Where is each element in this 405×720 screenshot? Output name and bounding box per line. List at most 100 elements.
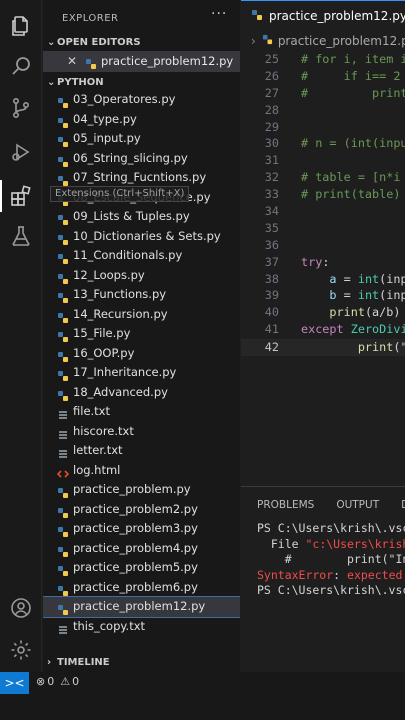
file-tree-item[interactable]: practice_problem4.py	[43, 539, 240, 559]
file-tree-item[interactable]: 18_Advanced.py	[43, 383, 240, 403]
line-number: 38	[264, 271, 279, 286]
line-source: # for i, item i	[301, 52, 405, 66]
file-tree-item[interactable]: hiscore.txt	[43, 422, 240, 442]
panel-tab-debu[interactable]: DEBU	[401, 499, 405, 511]
more-actions-icon[interactable]: ···	[211, 6, 227, 22]
open-editor-item[interactable]: ✕ practice_problem12.py	[43, 51, 240, 72]
code-line[interactable]: 41 except ZeroDivi	[241, 322, 405, 339]
file-tree-item[interactable]: 07_String_Fucntions.py	[43, 168, 240, 188]
code-line[interactable]: 37 try:	[241, 255, 405, 272]
line-number: 26	[264, 68, 279, 83]
file-tree-item[interactable]: 16_OOP.py	[43, 344, 240, 364]
search-icon[interactable]	[0, 46, 42, 86]
file-tree-item[interactable]: practice_problem3.py	[43, 519, 240, 539]
source-control-icon[interactable]	[0, 88, 42, 128]
file-tree-item-label: 14_Recursion.py	[73, 306, 168, 321]
code-token: try	[301, 254, 323, 269]
terminal-line: # print("In	[257, 552, 405, 566]
file-tree-item[interactable]: practice_problem.py	[43, 480, 240, 500]
extensions-icon[interactable]	[0, 176, 42, 216]
file-tree-item[interactable]: 09_Lists & Tuples.py	[43, 207, 240, 227]
code-token: b	[329, 288, 337, 303]
code-editor[interactable]: 25 # for i, item i 26 # if i== 2 27 # print 2…	[241, 52, 405, 357]
code-line[interactable]: 29	[241, 120, 405, 137]
code-line[interactable]: 30 # n = (int(inpu	[241, 136, 405, 153]
file-tree-item[interactable]: 10_Dictionaries & Sets.py	[43, 227, 240, 247]
run-debug-icon[interactable]	[0, 132, 42, 172]
breadcrumb[interactable]: › practice_problem12.py	[251, 32, 405, 50]
terminal-token: expected	[347, 567, 403, 582]
open-editors-section[interactable]: ⌄ OPEN EDITORS	[47, 37, 141, 48]
line-number: 41	[264, 322, 279, 337]
terminal-line: PS C:\Users\krish\.vsco	[257, 521, 405, 535]
chevron-down-icon: ⌄	[47, 77, 56, 88]
python-file-icon	[57, 153, 69, 167]
file-tree-item[interactable]: file.txt	[43, 402, 240, 422]
file-tree-item-label: practice_problem4.py	[73, 540, 198, 555]
code-token: # print(table)	[301, 187, 405, 202]
file-tree-item-label: 03_Operatores.py	[73, 92, 176, 106]
file-tree-item-label: 09_Lists & Tuples.py	[73, 209, 190, 223]
file-tree-item[interactable]: practice_problem6.py	[43, 578, 240, 598]
line-source: # table = [n*i	[301, 170, 405, 184]
code-line[interactable]: 38 a = int(inp	[241, 272, 405, 289]
code-token: =	[336, 288, 358, 303]
editor-tab[interactable]: practice_problem12.py	[241, 0, 405, 30]
settings-gear-icon[interactable]	[0, 630, 42, 670]
python-file-icon	[57, 348, 69, 362]
panel-tab-problems[interactable]: PROBLEMS	[257, 499, 314, 511]
code-line[interactable]: 31	[241, 153, 405, 170]
file-tree-item[interactable]: 17_Inheritance.py	[43, 363, 240, 383]
account-icon[interactable]	[0, 588, 42, 628]
tab-bar: practice_problem12.py	[241, 0, 405, 30]
file-tree-item[interactable]: 03_Operatores.py	[43, 90, 240, 110]
file-tree-item-label: practice_problem2.py	[73, 501, 198, 516]
terminal-output[interactable]: PS C:\Users\krish\.vsco File "c:\Users\k…	[257, 521, 405, 599]
file-tree-item[interactable]: log.html	[43, 461, 240, 481]
file-tree-item[interactable]: letter.txt	[43, 441, 240, 461]
close-icon[interactable]: ✕	[67, 54, 77, 68]
code-line[interactable]: 42 print("	[241, 339, 405, 357]
file-tree-item[interactable]: 05_input.py	[43, 129, 240, 149]
testing-flask-icon[interactable]	[0, 216, 42, 256]
python-folder-section[interactable]: ⌄ PYTHON	[47, 77, 104, 88]
code-line[interactable]: 40 print(a/b)	[241, 305, 405, 322]
code-line[interactable]: 25 # for i, item i	[241, 52, 405, 69]
code-line[interactable]: 35	[241, 221, 405, 238]
problems-status[interactable]: ⊗ 0 ⚠ 0	[36, 675, 81, 688]
file-tree-item[interactable]: 12_Loops.py	[43, 266, 240, 286]
code-line[interactable]: 27 # print	[241, 86, 405, 103]
file-tree-item[interactable]: 11_Conditionals.py	[43, 246, 240, 266]
remote-icon[interactable]: ><	[0, 672, 29, 694]
code-line[interactable]: 33 # print(table)	[241, 187, 405, 204]
breadcrumb-file: practice_problem12.py	[277, 34, 405, 48]
file-tree-item-label: this_copy.txt	[73, 618, 146, 633]
file-tree-item[interactable]: 06_String_slicing.py	[43, 149, 240, 169]
file-tree: 03_Operatores.py 04_type.py 05_input.py 06_…	[43, 90, 240, 636]
html-file-icon	[56, 465, 70, 478]
panel-tab-output[interactable]: OUTPUT	[336, 499, 379, 511]
python-file-icon	[57, 133, 69, 147]
file-tree-item[interactable]: practice_problem12.py	[43, 596, 240, 618]
timeline-section[interactable]: › TIMELINE	[47, 657, 110, 668]
file-tree-item[interactable]: 04_type.py	[43, 110, 240, 130]
code-line[interactable]: 32 # table = [n*i	[241, 170, 405, 187]
code-line[interactable]: 26 # if i== 2	[241, 69, 405, 86]
file-tree-item[interactable]: this_copy.txt	[43, 617, 240, 637]
line-number: 33	[264, 187, 279, 202]
code-line[interactable]: 34	[241, 204, 405, 221]
code-line[interactable]: 39 b = int(inp	[241, 288, 405, 305]
line-source: # n = (int(inpu	[301, 136, 405, 150]
explorer-icon[interactable]	[0, 6, 42, 46]
code-line[interactable]: 28	[241, 103, 405, 120]
python-file-icon	[57, 309, 69, 323]
file-tree-item[interactable]: practice_problem5.py	[43, 558, 240, 578]
file-tree-item[interactable]: 13_Functions.py	[43, 285, 240, 305]
file-tree-item[interactable]: 14_Recursion.py	[43, 305, 240, 325]
file-tree-item-label: 06_String_slicing.py	[73, 150, 188, 165]
terminal-token: "c:\Users\krish	[305, 536, 405, 551]
file-tree-item[interactable]: practice_problem2.py	[43, 500, 240, 520]
code-line[interactable]: 36	[241, 238, 405, 255]
code-token: # print	[301, 85, 405, 100]
file-tree-item[interactable]: 15_File.py	[43, 324, 240, 344]
